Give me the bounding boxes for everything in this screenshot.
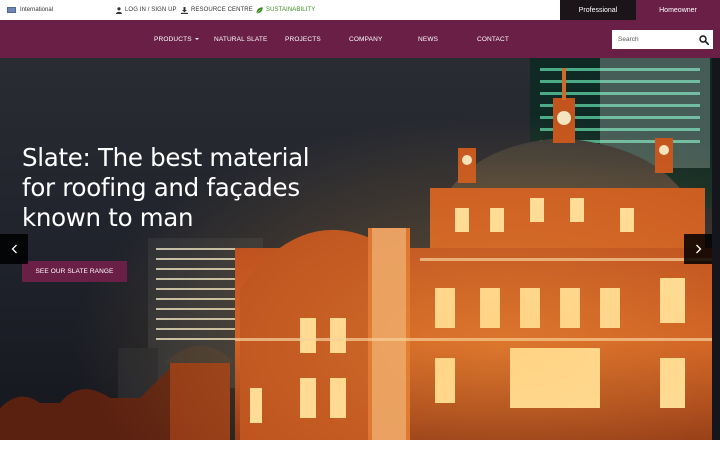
nav-item-company[interactable]: COMPANY — [349, 20, 382, 58]
see-slate-range-label: SEE OUR SLATE RANGE — [35, 268, 114, 275]
nav-item-news[interactable]: NEWS — [418, 20, 438, 58]
page-bottom-strip — [0, 440, 720, 450]
search-box — [612, 30, 713, 49]
nav-item-projects-label: PROJECTS — [285, 35, 321, 43]
nav-item-projects[interactable]: PROJECTS — [285, 20, 321, 58]
nav-item-natural-slate-label: NATURAL SLATE — [214, 35, 268, 43]
login-link[interactable]: LOG IN / SIGN UP — [116, 5, 177, 15]
utility-bar: International LOG IN / SIGN UP RESOURCE … — [0, 0, 720, 20]
sustainability-label: SUSTAINABILITY — [266, 7, 316, 13]
hero-title: Slate: The best material for roofing and… — [22, 143, 310, 232]
resource-centre-label: RESOURCE CENTRE — [191, 7, 253, 13]
see-slate-range-button[interactable]: SEE OUR SLATE RANGE — [22, 261, 127, 282]
carousel-prev-button[interactable] — [0, 234, 28, 264]
leaf-icon — [256, 6, 263, 14]
chevron-left-icon — [11, 244, 17, 254]
carousel-next-button[interactable] — [684, 234, 712, 264]
download-icon — [181, 6, 188, 14]
nav-item-company-label: COMPANY — [349, 35, 383, 43]
nav-item-products[interactable]: PRODUCTS — [154, 20, 199, 58]
hero-banner: Slate: The best material for roofing and… — [0, 58, 720, 440]
login-label: LOG IN / SIGN UP — [125, 7, 177, 13]
search-icon — [698, 34, 709, 45]
tab-professional[interactable]: Professional — [560, 0, 636, 20]
tab-professional-label: Professional — [578, 6, 618, 14]
caret-down-icon — [194, 38, 199, 40]
tab-homeowner[interactable]: Homeowner — [636, 0, 720, 20]
region-label: International — [20, 7, 54, 13]
flag-icon — [7, 7, 16, 13]
tab-homeowner-label: Homeowner — [659, 6, 697, 14]
search-button[interactable] — [697, 33, 710, 46]
nav-item-contact[interactable]: CONTACT — [477, 20, 509, 58]
region-selector[interactable]: International — [7, 5, 53, 15]
nav-item-products-label: PRODUCTS — [154, 35, 192, 43]
hero-image — [0, 58, 720, 440]
nav-item-natural-slate[interactable]: NATURAL SLATE — [214, 20, 267, 58]
user-icon — [116, 6, 122, 14]
main-nav: PRODUCTS NATURAL SLATE PROJECTS COMPANY … — [0, 20, 720, 58]
search-input[interactable] — [612, 30, 696, 49]
nav-item-contact-label: CONTACT — [477, 35, 509, 43]
nav-item-news-label: NEWS — [418, 35, 439, 43]
resource-centre-link[interactable]: RESOURCE CENTRE — [181, 5, 253, 15]
chevron-right-icon — [695, 244, 701, 254]
sustainability-link[interactable]: SUSTAINABILITY — [256, 5, 315, 15]
